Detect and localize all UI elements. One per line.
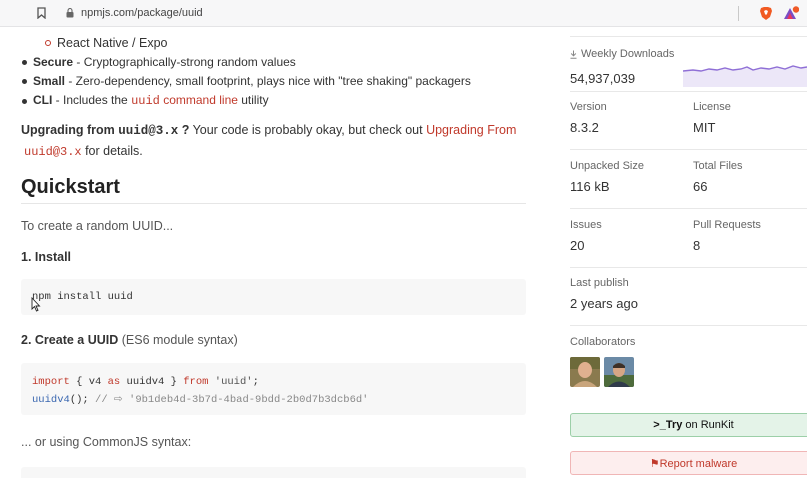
es6-code-block[interactable]: import { v4 as uuidv4 } from 'uuid'; uui…	[21, 363, 526, 415]
collaborator-avatar[interactable]	[570, 357, 600, 387]
bullet	[22, 79, 27, 84]
license-value: MIT	[693, 120, 716, 135]
report-malware-button[interactable]: ⚑Report malware	[570, 451, 807, 475]
react-native-link[interactable]: React Native / Expo	[57, 36, 167, 50]
runkit-try: Try	[665, 419, 683, 431]
inline-code: uuid	[131, 94, 160, 108]
feature-name: Secure	[33, 55, 74, 69]
sub-bullet	[45, 40, 51, 46]
sidebar-divider	[570, 267, 807, 268]
heading-divider	[21, 203, 526, 204]
feature-name: CLI	[33, 93, 53, 107]
step-create-title: 2. Create a UUID	[21, 333, 119, 347]
upgrading-note: Upgrading from uuid@3.x ? Your code is p…	[21, 123, 516, 138]
license-label: License	[693, 101, 731, 113]
bullet	[22, 99, 27, 104]
install-code-block[interactable]: npm install uuid	[21, 279, 526, 315]
version-value: 8.3.2	[570, 120, 599, 135]
sidebar-divider	[570, 36, 807, 37]
package-sidebar: Weekly Downloads 54,937,039 Version 8.3.…	[545, 27, 807, 478]
pull-requests-value[interactable]: 8	[693, 238, 700, 253]
issues-value[interactable]: 20	[570, 238, 584, 253]
upgrading-version: uuid@3.x	[118, 124, 179, 138]
downloads-sparkline	[683, 65, 807, 87]
collaborator-avatar[interactable]	[604, 357, 634, 387]
install-command: npm install uuid	[32, 291, 133, 303]
mouse-cursor-icon	[31, 297, 41, 312]
address-bar[interactable]: npmjs.com/package/uuid	[81, 7, 203, 19]
runkit-prompt-icon: >_	[653, 419, 666, 431]
issues-label: Issues	[570, 219, 602, 231]
sidebar-divider	[570, 149, 807, 150]
weekly-downloads-value: 54,937,039	[570, 71, 636, 86]
bullet	[22, 60, 27, 65]
brave-shield-icon[interactable]	[759, 6, 773, 21]
bookmark-icon[interactable]	[37, 7, 46, 19]
upgrading-tail: for details.	[81, 144, 143, 158]
feature-name: Small	[33, 74, 66, 88]
upgrading-label: Upgrading from	[21, 123, 119, 137]
collaborators-label: Collaborators	[570, 336, 636, 348]
command-line-link[interactable]: command line	[160, 93, 238, 107]
readme-content: React Native / Expo Secure - Cryptograph…	[0, 27, 545, 478]
feature-desc: - Zero-dependency, small footprint, play…	[65, 74, 471, 88]
sidebar-divider	[570, 91, 807, 92]
browser-toolbar: npmjs.com/package/uuid	[0, 0, 807, 27]
step-create-note: (ES6 module syntax)	[118, 333, 238, 347]
try-on-runkit-button[interactable]: >_Try on RunKit	[570, 413, 807, 437]
section-heading: Quickstart	[21, 176, 120, 198]
upgrading-qmark: ?	[178, 123, 190, 137]
total-files-value: 66	[693, 179, 708, 194]
brave-rewards-icon[interactable]	[783, 6, 799, 21]
version-label: Version	[570, 101, 607, 113]
feature-desc: - Includes the	[52, 93, 132, 107]
upgrading-note-line2: uuid@3.x for details.	[24, 144, 143, 159]
download-icon	[570, 50, 577, 59]
flag-icon: ⚑	[649, 458, 660, 470]
code-line-import: import { v4 as uuidv4 } from 'uuid';	[32, 376, 259, 388]
intro-text: To create a random UUID...	[21, 219, 174, 233]
commonjs-text: ... or using CommonJS syntax:	[21, 435, 192, 449]
unpacked-size-label: Unpacked Size	[570, 160, 644, 172]
total-files-label: Total Files	[693, 160, 743, 172]
weekly-downloads-label: Weekly Downloads	[581, 48, 675, 60]
last-publish-label: Last publish	[570, 277, 629, 289]
report-label: Report malware	[659, 458, 738, 470]
sidebar-divider	[570, 208, 807, 209]
last-publish-value: 2 years ago	[570, 296, 638, 311]
feature-cli: CLI - Includes the uuid command line uti…	[33, 93, 269, 108]
upgrading-from-link[interactable]: Upgrading From	[426, 123, 516, 137]
upgrading-text: Your code is probably okay, but check ou…	[189, 123, 427, 137]
pull-requests-label: Pull Requests	[693, 219, 761, 231]
sidebar-divider	[570, 325, 807, 326]
feature-desc: - Cryptographically-strong random values	[73, 55, 296, 69]
code-line-call: uuidv4(); // ⇨ '9b1deb4d-3b7d-4bad-9bdd-…	[32, 394, 369, 406]
runkit-label: on RunKit	[682, 419, 734, 431]
toolbar-divider	[738, 6, 739, 21]
feature-secure: Secure - Cryptographically-strong random…	[33, 55, 296, 69]
feature-desc-tail: utility	[237, 93, 269, 107]
site-info-icon[interactable]	[66, 8, 74, 18]
feature-small: Small - Zero-dependency, small footprint…	[33, 74, 471, 88]
inline-code[interactable]: uuid@3.x	[24, 145, 82, 159]
commonjs-code-block[interactable]	[21, 467, 526, 478]
step-create: 2. Create a UUID (ES6 module syntax)	[21, 333, 238, 347]
step-install: 1. Install	[21, 250, 72, 264]
unpacked-size-value: 116 kB	[570, 179, 610, 194]
